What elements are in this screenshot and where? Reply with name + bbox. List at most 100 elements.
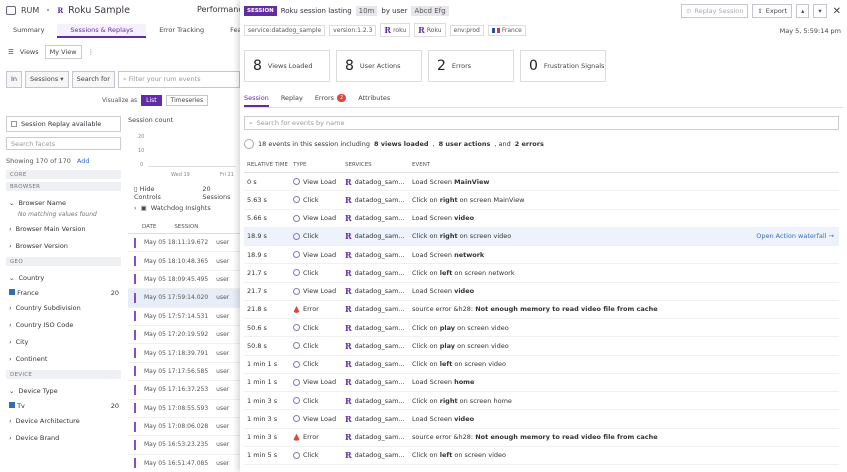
table-row[interactable]: May 05 17:17:56.585 user — [128, 363, 240, 382]
facet-browser-name[interactable]: ⌄ Browser Name — [6, 194, 121, 211]
tab-attributes[interactable]: Attributes — [358, 92, 402, 107]
table-row[interactable]: 5.63 s Click Rdatadog_sam... Click on right… — [244, 191, 839, 210]
table-row[interactable]: May 05 17:59:14.020 user — [128, 289, 240, 308]
table-row[interactable]: May 05 17:08:06.028 user — [128, 418, 240, 437]
timeseries-button[interactable]: Timeseries — [165, 95, 209, 106]
row-date: May 05 17:57:14.531 — [144, 312, 209, 320]
facet-browser-main-version[interactable]: › Browser Main Version — [6, 220, 121, 237]
table-row[interactable]: 5.66 s View Load Rdatadog_sam... Load Scree… — [244, 210, 839, 228]
table-row[interactable]: 1 min 5 s Click Rdatadog_sam... Click on le… — [244, 447, 839, 465]
tag-country[interactable]: France — [487, 24, 526, 36]
facet-value-tv[interactable]: Tv 20 — [6, 399, 121, 412]
table-row[interactable]: 0 s View Load Rdatadog_sam... Load Screen M… — [244, 173, 839, 192]
tab-session[interactable]: Session — [244, 92, 269, 107]
col-event[interactable]: EVENT — [412, 162, 839, 168]
stat-label: Views Loaded — [267, 62, 313, 70]
user-pill[interactable]: Abcd Efg — [411, 6, 449, 16]
event-search-input[interactable]: ⌕ Search for events by name — [244, 116, 839, 130]
table-row[interactable]: May 05 18:09:45.495 user — [128, 271, 240, 290]
facet-value-france[interactable]: France 20 — [6, 286, 121, 299]
event-pre: Load Screen — [412, 214, 453, 223]
col-services[interactable]: SERVICES — [345, 162, 412, 168]
chevron-right-icon: › — [9, 303, 12, 312]
table-row[interactable]: May 05 17:18:39.791 user — [128, 344, 240, 363]
tab-error-tracking[interactable]: Error Tracking — [146, 24, 217, 38]
col-session[interactable]: SESSION — [174, 224, 198, 230]
facet-browser-version[interactable]: › Browser Version — [6, 237, 121, 254]
col-date[interactable]: DATE — [142, 224, 156, 230]
my-view-button[interactable]: My View — [44, 45, 82, 59]
watchdog-insights[interactable]: › ▣ Watchdog Insights — [128, 200, 240, 216]
tag-roku-os[interactable]: R Roku — [414, 23, 446, 37]
table-row[interactable]: May 05 17:57:14.531 user — [128, 308, 240, 326]
table-row[interactable]: 1 min 3 s View Load Rdatadog_sam... Load Sc… — [244, 410, 839, 429]
event-type: Click — [293, 269, 345, 277]
event-service-label: datadog_sam... — [354, 305, 405, 314]
scope-dropdown[interactable]: Sessions ▾ — [25, 70, 69, 88]
replay-checkbox[interactable] — [11, 121, 17, 127]
section-device[interactable]: DEVICE — [6, 370, 121, 379]
app-title[interactable]: Roku Sample — [68, 5, 130, 16]
table-row[interactable]: May 05 18:10:48.365 user — [128, 252, 240, 271]
facet-city[interactable]: › City — [6, 333, 121, 350]
close-icon[interactable]: ✕ — [831, 6, 843, 17]
next-button[interactable]: ▾ — [813, 4, 827, 18]
table-row[interactable]: May 05 17:08:55.593 user — [128, 400, 240, 418]
table-row[interactable]: 50.8 s Click Rdatadog_sam... Click on play … — [244, 337, 839, 356]
replay-session-button[interactable]: ⊙ Replay Session — [681, 4, 749, 18]
tag-service[interactable]: service:datadog_sample — [244, 24, 326, 36]
table-row[interactable]: 1 min 1 s Click Rdatadog_sam... Click on le… — [244, 356, 839, 374]
facet-device-architecture[interactable]: › Device Architecture — [6, 412, 121, 429]
export-button[interactable]: ⇪ Export — [752, 4, 793, 18]
table-row[interactable]: 21.7 s View Load Rdatadog_sam... Load Scree… — [244, 283, 839, 301]
facet-device-type[interactable]: ⌄ Device Type — [6, 382, 121, 399]
facet-search-input[interactable]: Search facets — [6, 137, 121, 150]
table-row[interactable]: May 05 16:51:47.085 user — [128, 455, 240, 472]
col-relative-time[interactable]: RELATIVE TIME — [244, 162, 293, 168]
facet-country-iso[interactable]: › Country ISO Code — [6, 316, 121, 333]
event-service: Rdatadog_sam... — [345, 304, 412, 314]
prev-button[interactable]: ▴ — [796, 4, 810, 18]
row-session: user — [216, 257, 230, 265]
tab-errors[interactable]: Errors 2 — [315, 92, 358, 107]
facet-device-brand[interactable]: › Device Brand — [6, 429, 121, 446]
open-action-waterfall-link[interactable]: Open Action waterfall → — [754, 232, 839, 240]
table-row[interactable]: 18.9 s Click Rdatadog_sam... Click on right… — [244, 227, 839, 246]
roku-icon: R — [345, 359, 352, 370]
tag-env[interactable]: env:prod — [449, 24, 484, 36]
facet-continent[interactable]: › Continent — [6, 350, 121, 367]
section-geo[interactable]: GEO — [6, 257, 121, 266]
table-row[interactable]: 1 min 1 s View Load Rdatadog_sam... Load Sc… — [244, 374, 839, 392]
france-checkbox[interactable] — [9, 288, 15, 295]
tab-summary[interactable]: Summary — [0, 24, 57, 38]
table-row[interactable]: May 05 16:53:23.235 user — [128, 436, 240, 455]
add-facet-button[interactable]: Add — [77, 157, 90, 165]
table-row[interactable]: 21.7 s Click Rdatadog_sam... Click on left … — [244, 264, 839, 283]
facet-country-subdivision[interactable]: › Country Subdivision — [6, 299, 121, 316]
product-label[interactable]: RUM — [21, 6, 39, 15]
hide-controls-button[interactable]: ▯ Hide Controls — [134, 185, 182, 201]
list-button[interactable]: List — [141, 95, 162, 106]
section-browser[interactable]: BROWSER — [6, 182, 121, 191]
table-row[interactable]: May 05 18:11:19.672 user — [128, 234, 240, 253]
tag-roku-device[interactable]: Rroku — [380, 23, 411, 37]
rum-search-input[interactable]: ⌕ Filter your rum events — [117, 70, 240, 88]
more-icon[interactable]: ⋮ — [88, 48, 95, 56]
table-row[interactable]: May 05 17:20:19.592 user — [128, 326, 240, 345]
table-row[interactable]: May 05 17:16:37.253 user — [128, 381, 240, 400]
facet-country[interactable]: ⌄ Country — [6, 269, 121, 286]
table-row[interactable]: 18.9 s View Load Rdatadog_sam... Load Scree… — [244, 246, 839, 265]
table-row[interactable]: 21.8 s Error Rdatadog_sam... source error &… — [244, 301, 839, 319]
replay-available-toggle[interactable]: Session Replay available — [6, 116, 121, 132]
table-row[interactable]: 1 min 3 s Click Rdatadog_sam... Click on ri… — [244, 392, 839, 411]
tab-replay[interactable]: Replay — [281, 92, 315, 107]
tag-version[interactable]: version:1.2.3 — [329, 24, 377, 36]
event-type-label: Click — [303, 396, 319, 405]
tv-checkbox[interactable] — [9, 401, 15, 408]
table-row[interactable]: 1 min 3 s Error Rdatadog_sam... source erro… — [244, 429, 839, 447]
section-core[interactable]: CORE — [6, 170, 121, 179]
views-button[interactable]: Views — [20, 48, 39, 56]
col-type[interactable]: TYPE — [293, 162, 345, 168]
table-row[interactable]: 50.6 s Click Rdatadog_sam... Click on play … — [244, 319, 839, 338]
tab-sessions-replays[interactable]: Sessions & Replays — [57, 24, 147, 38]
